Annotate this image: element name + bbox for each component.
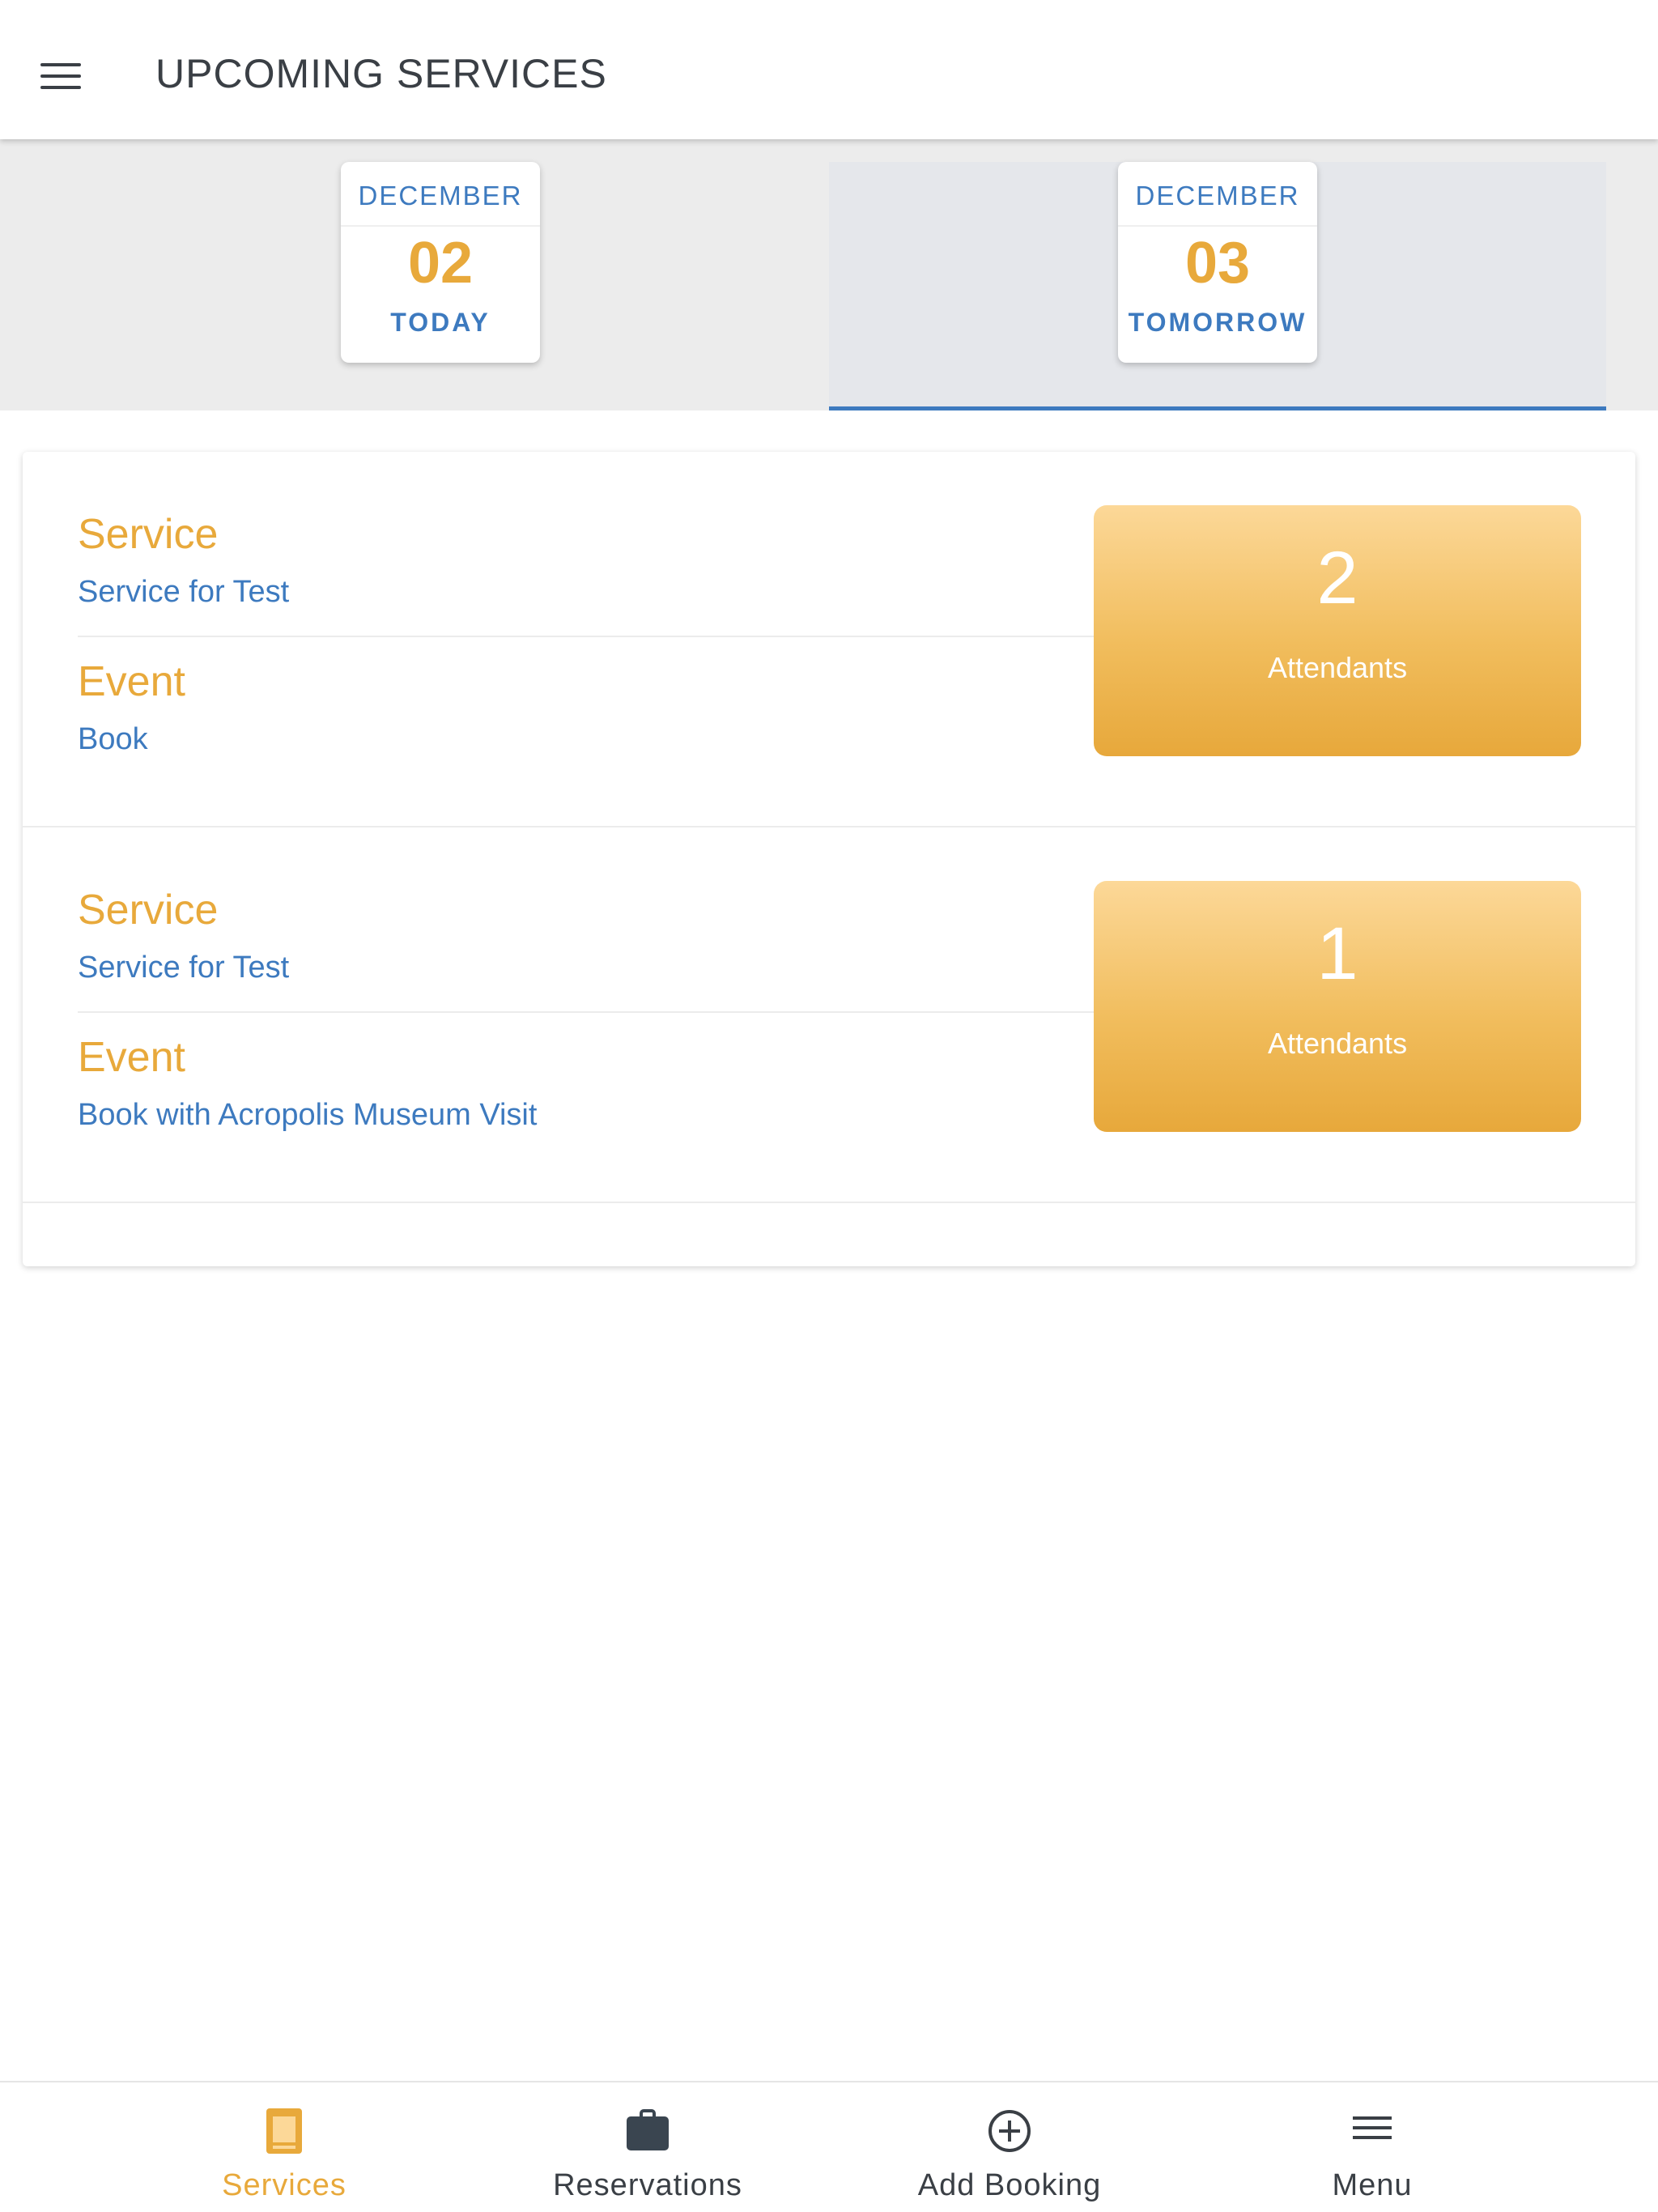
date-month: DECEMBER — [341, 162, 540, 227]
service-value: Service for Test — [78, 575, 290, 609]
date-day: 03 — [1184, 231, 1251, 296]
service-info: Service Service for Test Event Book with… — [78, 827, 1095, 1203]
menu-icon — [1353, 2116, 1392, 2139]
services-list: Service Service for Test Event Book 2 At… — [23, 452, 1635, 1266]
date-label: TOMORROW — [1128, 308, 1307, 337]
nav-label: Services — [222, 2168, 346, 2202]
date-tab-tomorrow[interactable]: DECEMBER 03 TOMORROW — [829, 162, 1606, 410]
service-item[interactable]: Service Service for Test Event Book 2 At… — [23, 452, 1635, 827]
event-value: Book with Acropolis Museum Visit — [78, 1098, 538, 1132]
app-header: UPCOMING SERVICES — [0, 0, 1658, 139]
date-month: DECEMBER — [1118, 162, 1317, 227]
date-tab-today[interactable]: DECEMBER 02 TODAY — [53, 162, 830, 410]
nav-add-booking[interactable]: Add Booking — [880, 2082, 1139, 2212]
nav-reservations[interactable]: Reservations — [518, 2082, 777, 2212]
service-value: Service for Test — [78, 951, 290, 985]
service-item[interactable]: Service Service for Test Event Book with… — [23, 827, 1635, 1203]
nav-label: Menu — [1332, 2168, 1413, 2202]
date-card: DECEMBER 03 TOMORROW — [1118, 162, 1317, 363]
page-title: UPCOMING SERVICES — [155, 51, 607, 96]
briefcase-icon — [627, 2109, 669, 2150]
date-selector: DECEMBER 02 TODAY DECEMBER 03 TOMORROW — [0, 139, 1658, 410]
app-root: UPCOMING SERVICES DECEMBER 02 TODAY DECE… — [0, 0, 1658, 2212]
nav-services[interactable]: Services — [155, 2082, 414, 2212]
date-day: 02 — [407, 231, 474, 296]
service-info: Service Service for Test Event Book — [78, 452, 1095, 827]
date-label: TODAY — [390, 308, 491, 337]
attendants-count: 2 — [1316, 537, 1358, 619]
bottom-navigation: Services Reservations Add Booking Menu — [0, 2081, 1658, 2212]
nav-label: Add Booking — [917, 2168, 1102, 2202]
attendants-label: Attendants — [1267, 1027, 1408, 1060]
event-label: Event — [78, 658, 185, 705]
nav-menu[interactable]: Menu — [1243, 2082, 1502, 2212]
nav-label: Reservations — [553, 2168, 742, 2202]
service-label: Service — [78, 511, 219, 558]
hamburger-menu-icon[interactable] — [40, 63, 81, 89]
event-label: Event — [78, 1034, 185, 1081]
attendants-button[interactable]: 1 Attendants — [1094, 881, 1581, 1132]
divider — [78, 636, 1095, 637]
add-circle-icon — [988, 2110, 1031, 2152]
event-value: Book — [78, 722, 148, 756]
attendants-label: Attendants — [1267, 651, 1408, 684]
service-label: Service — [78, 887, 219, 934]
services-doc-icon — [266, 2108, 302, 2154]
date-card: DECEMBER 02 TODAY — [341, 162, 540, 363]
attendants-button[interactable]: 2 Attendants — [1094, 505, 1581, 756]
attendants-count: 1 — [1316, 912, 1358, 995]
divider — [78, 1011, 1095, 1013]
